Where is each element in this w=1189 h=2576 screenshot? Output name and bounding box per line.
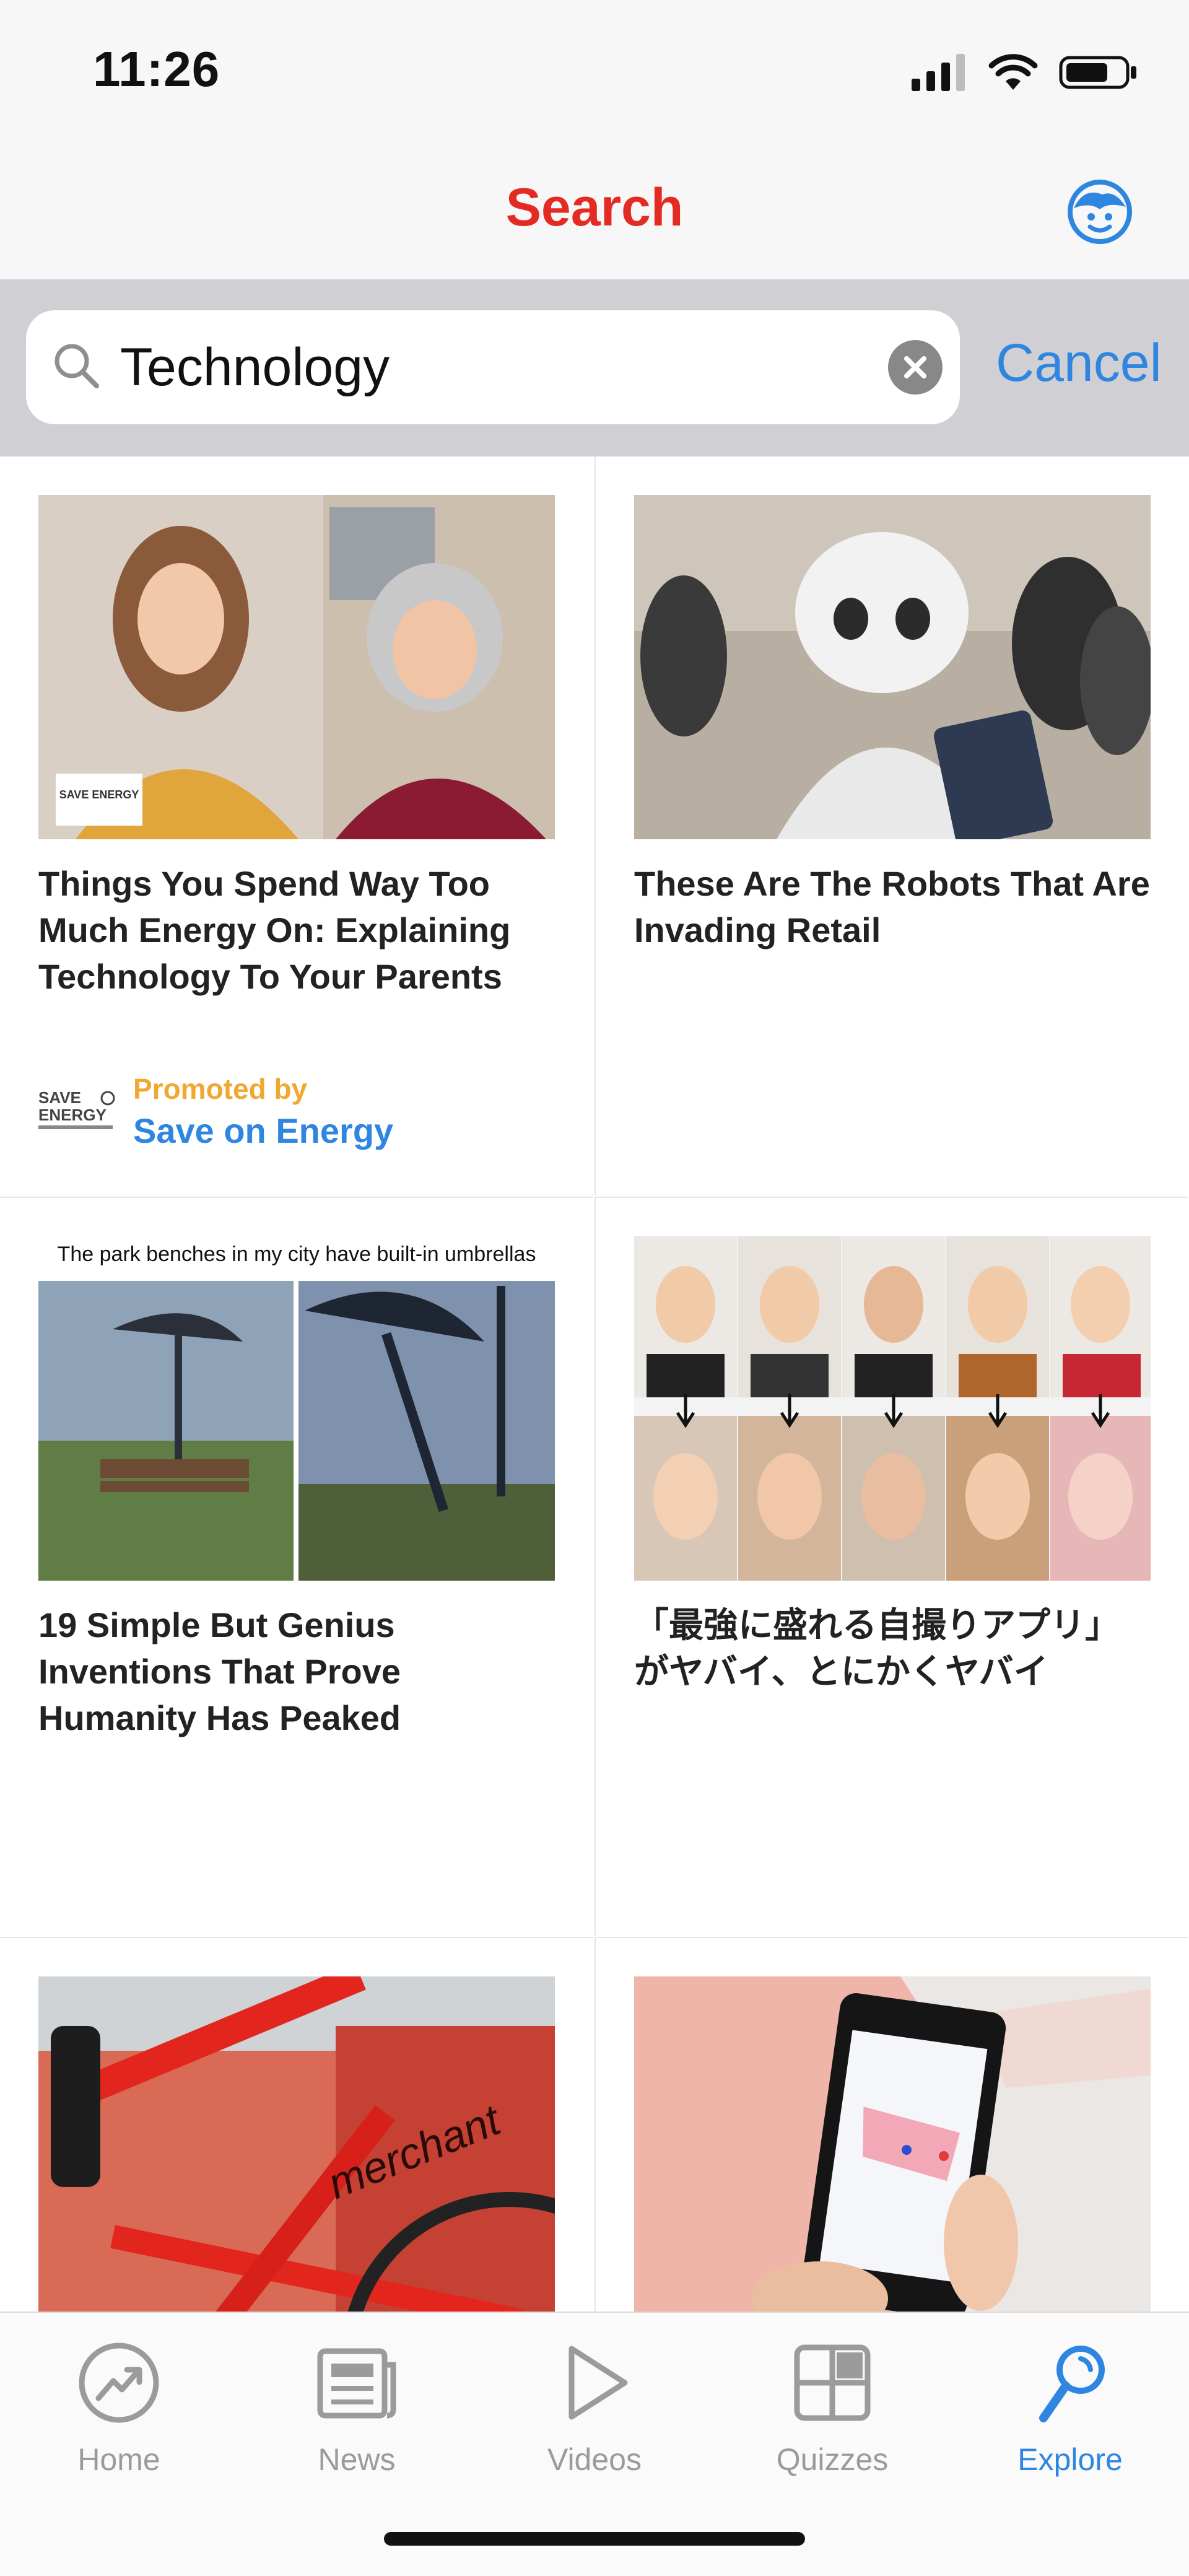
status-time: 11:26 (93, 41, 220, 97)
results-grid: SAVE ENERGY Things You Spend Way Too Muc… (0, 456, 1189, 2312)
tab-home[interactable]: Home (0, 2333, 238, 2500)
tab-news[interactable]: News (238, 2333, 476, 2500)
tab-videos[interactable]: Videos (476, 2333, 713, 2500)
search-icon (54, 344, 99, 388)
profile-avatar-icon[interactable] (1065, 177, 1135, 247)
promo-sponsor-link[interactable]: Save on Energy (133, 1111, 393, 1151)
article-card[interactable] (594, 1937, 1188, 2312)
explore-icon (1039, 2346, 1105, 2422)
article-title: 19 Simple But Genius Inventions That Pro… (38, 1605, 401, 1737)
clear-search-button[interactable] (888, 340, 943, 395)
svg-text:ENERGY: ENERGY (38, 1106, 107, 1124)
tab-label: Explore (1017, 2442, 1123, 2477)
status-icons (912, 51, 1139, 94)
article-card[interactable]: 「最強に盛れる自撮りアプリ」がヤバイ、とにかくヤバイ (594, 1197, 1188, 1936)
navigation-bar: Search (0, 136, 1189, 281)
thumbnail-logo-text: SAVE ENERGY (59, 788, 139, 801)
search-input[interactable] (120, 331, 863, 403)
article-thumbnail: merchant (38, 1976, 555, 2312)
tab-quizzes[interactable]: Quizzes (713, 2333, 951, 2500)
svg-text:SAVE: SAVE (38, 1088, 81, 1107)
article-thumbnail (634, 1236, 1151, 1581)
article-card[interactable]: These Are The Robots That Are Invading R… (594, 456, 1188, 1195)
article-title: 「最強に盛れる自撮りアプリ」がヤバイ、とにかくヤバイ (634, 1605, 1120, 1691)
save-on-energy-logo: SAVE ENERGY (38, 1088, 115, 1129)
play-icon (568, 2346, 628, 2420)
tab-label: Quizzes (776, 2442, 889, 2477)
trending-icon (79, 2342, 159, 2423)
signal-icon (912, 54, 965, 91)
tab-label: Home (77, 2442, 160, 2477)
battery-icon (1059, 56, 1136, 89)
article-title: These Are The Robots That Are Invading R… (634, 864, 1150, 950)
wifi-icon (988, 54, 1038, 90)
page-title: Search (505, 178, 684, 237)
article-title: Things You Spend Way Too Much Energy On:… (38, 864, 511, 996)
search-bar: Cancel (0, 279, 1189, 458)
grid-icon (794, 2344, 871, 2421)
article-thumbnail: The park benches in my city have built-i… (38, 1236, 555, 1581)
promo-label: Promoted by (133, 1073, 308, 1105)
newspaper-icon (317, 2348, 396, 2419)
article-thumbnail (634, 495, 1151, 839)
tab-explore[interactable]: Explore (951, 2333, 1189, 2500)
status-bar: 11:26 (0, 0, 1189, 136)
home-indicator (384, 2532, 805, 2546)
tab-label: Videos (547, 2442, 642, 2477)
tab-label: News (318, 2442, 396, 2477)
cancel-button[interactable]: Cancel (996, 333, 1162, 394)
clear-icon (904, 356, 926, 378)
article-thumbnail: SAVE ENERGY (38, 495, 555, 839)
article-card[interactable]: SAVE ENERGY Things You Spend Way Too Muc… (0, 456, 593, 1195)
article-card[interactable]: The park benches in my city have built-i… (0, 1197, 593, 1936)
article-card[interactable]: merchant (0, 1937, 593, 2312)
search-field (26, 310, 960, 424)
thumbnail-caption: The park benches in my city have built-i… (58, 1242, 536, 1266)
article-thumbnail (634, 1976, 1151, 2312)
